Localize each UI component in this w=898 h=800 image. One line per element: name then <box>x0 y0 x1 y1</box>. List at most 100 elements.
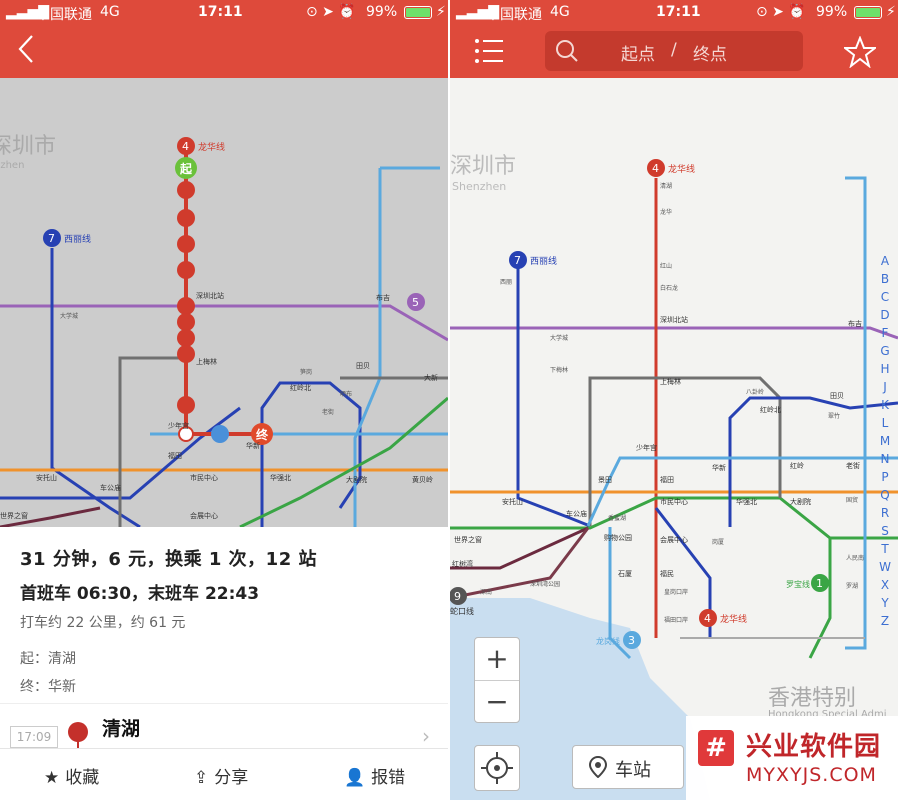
menu-icon[interactable] <box>474 38 504 64</box>
index-letter[interactable]: L <box>878 414 892 432</box>
watermark-title: 兴业软件园 <box>746 732 882 762</box>
city-en-label: nzhen <box>0 160 24 171</box>
station-label: 大学城 <box>60 312 78 320</box>
status-bar: ▂▃▅▇ 中国联通 4G 17:11 ⊙ ➤ ⏰ 99% ⚡ <box>450 0 898 26</box>
start-field[interactable]: 起点 <box>621 40 655 65</box>
charging-icon: ⚡ <box>436 4 446 20</box>
index-letter[interactable]: D <box>878 306 892 324</box>
line4-south-badge-label: 4 <box>704 612 711 625</box>
index-letter[interactable]: P <box>878 468 892 486</box>
line1-path <box>239 396 448 527</box>
watermark-logo: # <box>698 730 734 766</box>
route-stop <box>177 396 195 414</box>
station-label: 西丽 <box>500 279 512 286</box>
index-letter[interactable]: Z <box>878 612 892 630</box>
index-letter[interactable]: Q <box>878 486 892 504</box>
index-letter[interactable]: W <box>878 558 892 576</box>
station-label: 清湖 <box>660 182 672 190</box>
line7-name: 西丽线 <box>64 233 91 245</box>
route-stop <box>177 297 195 315</box>
station-row[interactable]: 17:09 清湖 › <box>0 703 448 750</box>
station-label: 华强北 <box>270 473 291 482</box>
charging-icon: ⚡ <box>886 4 896 20</box>
station-label: 皇岗口岸 <box>664 588 688 596</box>
route-stop <box>177 235 195 253</box>
station-label: 岗厦 <box>712 539 724 546</box>
index-letter[interactable]: Y <box>878 594 892 612</box>
station-label: 大剧院 <box>790 497 811 506</box>
index-letter[interactable]: R <box>878 504 892 522</box>
index-letter[interactable]: F <box>878 324 892 342</box>
route-search-box[interactable]: 起点 / 终点 <box>545 31 803 71</box>
station-label: 香蜜湖 <box>608 514 626 522</box>
zoom-out-button[interactable]: − <box>475 681 519 723</box>
index-letter[interactable]: G <box>878 342 892 360</box>
network-label: 4G <box>100 4 120 20</box>
battery-icon <box>404 6 432 19</box>
station-label: 安托山 <box>502 497 523 506</box>
route-map[interactable]: 深圳市 nzhen <box>0 78 448 527</box>
station-label: 福民 <box>660 569 674 578</box>
city-label: 深圳市 <box>0 134 56 159</box>
watermark-url: MYXYJS.COM <box>746 764 877 786</box>
station-label: 白石龙 <box>660 284 678 292</box>
index-letter[interactable]: C <box>878 288 892 306</box>
index-letter[interactable]: S <box>878 522 892 540</box>
city-label: 深圳市 <box>450 154 516 179</box>
carrier-label: 中国联通 <box>36 7 92 23</box>
share-button[interactable]: ⇪ 分享 <box>194 763 248 788</box>
alphabet-index[interactable]: ABCDFGHJKLMNPQRSTWXYZ <box>878 252 892 630</box>
index-letter[interactable]: T <box>878 540 892 558</box>
back-icon[interactable] <box>14 34 38 64</box>
index-letter[interactable]: X <box>878 576 892 594</box>
locate-button[interactable] <box>474 745 520 791</box>
station-label: 华新 <box>246 441 260 450</box>
end-marker-label: 终 <box>256 427 269 442</box>
station-label: 红岭 <box>790 461 804 470</box>
line3-name: 龙岗线 <box>596 636 620 646</box>
star-icon[interactable] <box>842 35 878 69</box>
station-label: 上梅林 <box>660 377 681 386</box>
alarm-icon: ⊙ ➤ ⏰ <box>756 4 806 20</box>
station-label: 深南 <box>480 588 492 596</box>
station-label: 大学城 <box>550 334 568 342</box>
report-button[interactable]: 👤 报错 <box>344 763 405 788</box>
star-icon: ★ <box>44 768 60 788</box>
line7-name: 西丽线 <box>530 255 557 267</box>
chevron-right-icon: › <box>422 724 430 748</box>
station-label: 布吉 <box>376 293 390 302</box>
station-label: 深圳北站 <box>660 315 688 324</box>
station-label: 世界之窗 <box>454 535 482 544</box>
station-label: 大剧院 <box>346 475 367 484</box>
station-label: 笋岗 <box>300 368 312 376</box>
index-letter[interactable]: H <box>878 360 892 378</box>
station-label: 石厦 <box>618 570 632 578</box>
search-icon <box>555 39 579 63</box>
station-label: 福田口岸 <box>664 616 688 624</box>
taxi-estimate: 打车约 22 公里，约 61 元 <box>20 615 186 631</box>
index-letter[interactable]: J <box>878 378 892 396</box>
route-stop <box>177 329 195 347</box>
metro-map-screen: ▂▃▅▇ 中国联通 4G 17:11 ⊙ ➤ ⏰ 99% ⚡ 起点 / 终点 深… <box>450 0 898 800</box>
station-label: 车公庙 <box>566 509 587 518</box>
map-header: ▂▃▅▇ 中国联通 4G 17:11 ⊙ ➤ ⏰ 99% ⚡ 起点 / 终点 <box>450 0 898 78</box>
line7-path <box>516 268 591 528</box>
end-station: 终：华新 <box>20 679 76 695</box>
line4-south-name: 龙华线 <box>720 613 747 625</box>
end-field[interactable]: 终点 <box>693 40 727 65</box>
station-label: 红岭北 <box>760 405 781 414</box>
line9-badge-label: 9 <box>454 590 461 603</box>
favorite-button[interactable]: ★ 收藏 <box>44 763 99 788</box>
index-letter[interactable]: M <box>878 432 892 450</box>
line7-badge-label: 7 <box>514 254 521 267</box>
index-letter[interactable]: K <box>878 396 892 414</box>
station-button[interactable]: 车站 <box>572 745 684 789</box>
index-letter[interactable]: N <box>878 450 892 468</box>
departure-time: 17:09 <box>10 726 58 748</box>
route-stop <box>177 209 195 227</box>
zoom-in-button[interactable]: + <box>475 638 519 680</box>
first-last-train: 首班车 06:30，末班车 22:43 <box>20 584 260 604</box>
index-letter[interactable]: A <box>878 252 892 270</box>
index-letter[interactable]: B <box>878 270 892 288</box>
route-header: ▂▃▅▇ 中国联通 4G 17:11 ⊙ ➤ ⏰ 99% ⚡ <box>0 0 448 78</box>
